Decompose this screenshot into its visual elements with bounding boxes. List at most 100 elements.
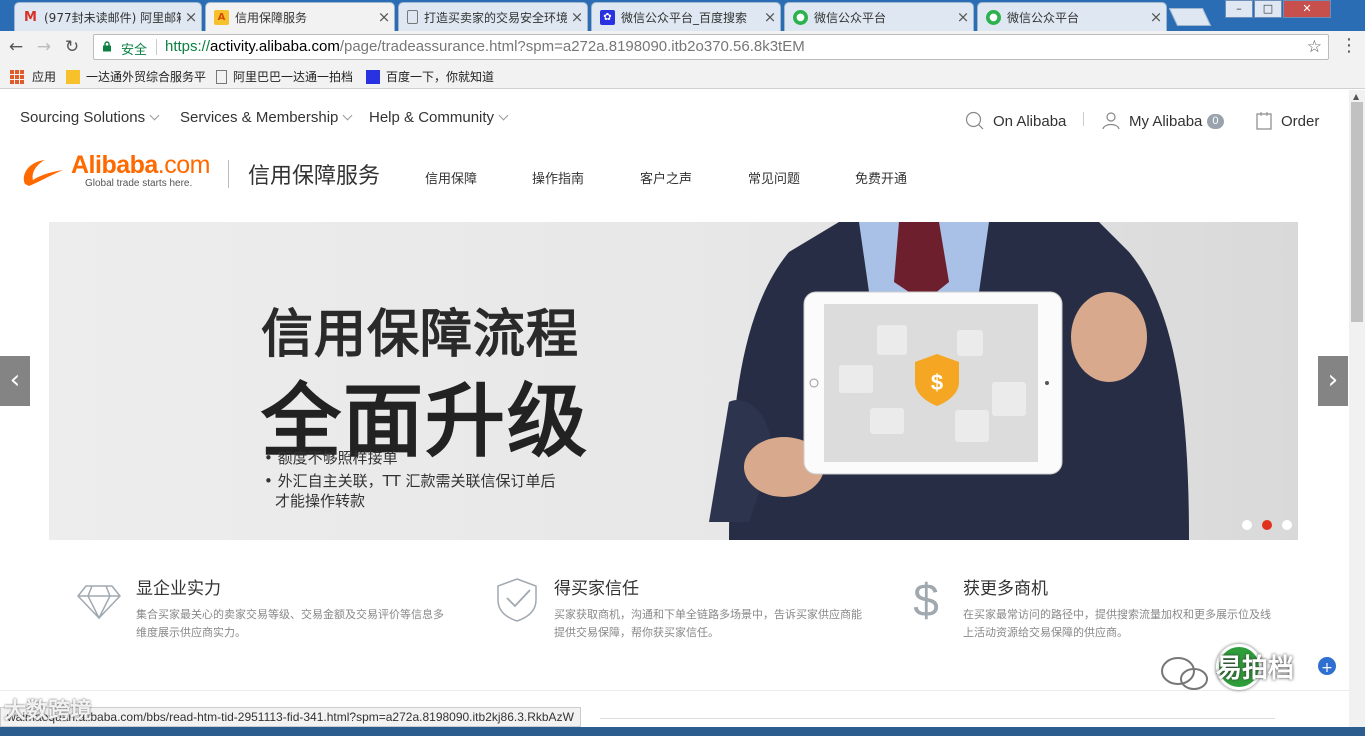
alibaba-logo[interactable]: Alibaba.com Global trade starts here. bbox=[19, 151, 211, 190]
carousel-prev-button[interactable]: ‹ bbox=[0, 356, 30, 406]
carousel-dot-1[interactable] bbox=[1242, 520, 1252, 530]
tab-mail[interactable]: M (977封未读邮件) 阿里邮箱 × bbox=[14, 2, 202, 31]
page-icon bbox=[407, 10, 418, 24]
windows-taskbar bbox=[0, 727, 1365, 736]
bookmark-apps[interactable]: 应用 bbox=[10, 68, 56, 85]
chevron-down-icon bbox=[342, 110, 353, 121]
divider bbox=[156, 39, 157, 55]
carousel-dot-2[interactable] bbox=[1262, 520, 1272, 530]
secure-label: 安全 bbox=[121, 43, 148, 58]
order-label: Order bbox=[1281, 112, 1320, 130]
nav-item-signup[interactable]: 免费开通 bbox=[855, 168, 907, 187]
watermark-right: 易拍档 + bbox=[1150, 640, 1345, 700]
banner-bullet: • 额度不够照样接单 bbox=[264, 449, 398, 467]
baidu-icon bbox=[366, 69, 380, 84]
browser-toolbar: ← → ↻ 安全 https://activity.alibaba.com/pa… bbox=[0, 31, 1365, 63]
close-icon[interactable]: × bbox=[1146, 8, 1166, 26]
user-icon bbox=[1102, 112, 1120, 130]
back-icon[interactable]: ← bbox=[6, 37, 26, 57]
url-path: /page/tradeassurance.html?spm=a272a.8198… bbox=[339, 38, 805, 55]
tab-wechat-2[interactable]: ● 微信公众平台 × bbox=[977, 2, 1167, 31]
chevron-down-icon bbox=[498, 110, 509, 121]
feature-title: 显企业实力 bbox=[136, 579, 221, 599]
wechat-logo-icon bbox=[1161, 657, 1208, 690]
menu-label: Sourcing Solutions bbox=[20, 109, 146, 126]
help-community-menu[interactable]: Help & Community bbox=[369, 109, 509, 126]
bookmark-label: 阿里巴巴一达通一拍档 bbox=[233, 70, 354, 84]
bookmark-alibaba-partner[interactable]: 阿里巴巴一达通一拍档 bbox=[216, 68, 354, 85]
bookmark-baidu[interactable]: 百度一下，你就知道 bbox=[366, 68, 494, 85]
carousel-dot-3[interactable] bbox=[1282, 520, 1292, 530]
divider bbox=[1083, 112, 1084, 126]
close-icon[interactable]: × bbox=[181, 8, 201, 26]
order-link[interactable]: Order bbox=[1255, 111, 1319, 131]
bullet-text: 外汇自主关联，TT 汇款需关联信保订单后 bbox=[277, 472, 556, 490]
baidu-icon: ✿ bbox=[600, 9, 615, 25]
bookmark-yidatong[interactable]: 一达通外贸综合服务平 bbox=[66, 68, 206, 85]
on-alibaba-link[interactable]: On Alibaba bbox=[965, 111, 1066, 131]
alibaba-smile-icon bbox=[23, 160, 64, 186]
banner-heading: 信用保障流程 bbox=[261, 305, 580, 365]
my-alibaba-label: My Alibaba bbox=[1129, 112, 1203, 130]
top-navigation: Sourcing Solutions Services & Membership… bbox=[0, 90, 1349, 140]
nav-item-guide[interactable]: 操作指南 bbox=[532, 168, 584, 187]
bookmark-star-icon[interactable]: ☆ bbox=[1307, 37, 1322, 57]
watermark-text: 易拍档 bbox=[1216, 654, 1295, 684]
scrollbar-thumb[interactable] bbox=[1351, 102, 1363, 322]
tab-title: 微信公众平台_百度搜索 bbox=[621, 10, 748, 25]
nav-item-faq[interactable]: 常见问题 bbox=[748, 168, 800, 187]
tab-wechat-1[interactable]: ● 微信公众平台 × bbox=[784, 2, 974, 31]
close-window-button[interactable]: ✕ bbox=[1283, 0, 1331, 18]
message-count-badge: 0 bbox=[1207, 113, 1224, 129]
close-icon[interactable]: × bbox=[374, 8, 394, 26]
order-icon bbox=[1256, 112, 1272, 130]
section-divider bbox=[0, 690, 1349, 691]
banner-bullet: • 外汇自主关联，TT 汇款需关联信保订单后 bbox=[264, 472, 556, 490]
url-scheme: https:// bbox=[165, 38, 211, 55]
services-membership-menu[interactable]: Services & Membership bbox=[180, 109, 353, 126]
tab-title: (977封未读邮件) 阿里邮箱 bbox=[44, 10, 181, 25]
my-alibaba-link[interactable]: My Alibaba 0 bbox=[1101, 111, 1224, 131]
page-scrollbar[interactable]: ▲ bbox=[1349, 90, 1365, 736]
tab-trade-assurance[interactable]: A 信用保障服务 × bbox=[205, 2, 395, 31]
search-icon bbox=[965, 111, 984, 130]
forward-icon[interactable]: → bbox=[34, 37, 54, 57]
hero-banner[interactable]: 信用保障流程 全面升级 • 额度不够照样接单 • 外汇自主关联，TT 汇款需关联… bbox=[49, 222, 1298, 540]
browser-tab-strip: M (977封未读邮件) 阿里邮箱 × A 信用保障服务 × 打造买卖家的交易安… bbox=[0, 0, 1365, 31]
feature-description: 集合买家最关心的卖家交易等级、交易金额及交易评价等信息多维度展示供应商实力。 bbox=[136, 608, 444, 639]
new-tab-button[interactable] bbox=[1168, 8, 1212, 26]
yidatong-icon bbox=[66, 69, 80, 84]
nav-item-testimonials[interactable]: 客户之声 bbox=[640, 168, 692, 187]
wechat-icon: ● bbox=[986, 9, 1001, 25]
diamond-icon bbox=[77, 585, 121, 620]
close-icon[interactable]: × bbox=[953, 8, 973, 26]
tab-title: 微信公众平台 bbox=[1007, 10, 1080, 25]
feature-description: 在买家最常访问的路径中，提供搜索流量加权和更多展示位及线上活动资源给交易保障的供… bbox=[963, 608, 1271, 639]
url-text[interactable]: https://activity.alibaba.com/page/tradea… bbox=[165, 38, 805, 55]
bookmark-label: 一达通外贸综合服务平 bbox=[85, 70, 206, 84]
bullet-text: 才能操作转款 bbox=[275, 492, 366, 510]
close-icon[interactable]: × bbox=[760, 8, 780, 26]
browser-menu-icon[interactable]: ⋮ bbox=[1340, 37, 1358, 55]
reload-icon[interactable]: ↻ bbox=[62, 37, 82, 57]
tab-baidu-search[interactable]: ✿ 微信公众平台_百度搜索 × bbox=[591, 2, 781, 31]
bookmark-label: 百度一下，你就知道 bbox=[386, 70, 495, 84]
page-icon bbox=[216, 69, 227, 84]
shield-check-icon bbox=[497, 578, 537, 622]
minimize-button[interactable]: – bbox=[1225, 0, 1253, 18]
brand-bar: Alibaba.com Global trade starts here. 信用… bbox=[0, 140, 1349, 222]
page-title: 信用保障服务 bbox=[248, 164, 381, 189]
businessman-with-tablet-illustration: $ bbox=[709, 222, 1189, 540]
sourcing-solutions-menu[interactable]: Sourcing Solutions bbox=[20, 109, 160, 126]
logo-main: Alibaba bbox=[71, 151, 158, 179]
gmail-icon: M bbox=[24, 9, 37, 25]
bookmarks-bar: 应用 一达通外贸综合服务平 阿里巴巴一达通一拍档 百度一下，你就知道 bbox=[0, 63, 1365, 89]
maximize-button[interactable]: □ bbox=[1254, 0, 1282, 18]
tab-title: 微信公众平台 bbox=[814, 10, 887, 25]
carousel-next-button[interactable]: › bbox=[1318, 356, 1348, 406]
address-bar[interactable]: 安全 https://activity.alibaba.com/page/tra… bbox=[93, 34, 1329, 60]
close-icon[interactable]: × bbox=[567, 8, 587, 26]
scroll-up-icon[interactable]: ▲ bbox=[1353, 92, 1359, 101]
nav-item-trade-assurance[interactable]: 信用保障 bbox=[425, 168, 477, 187]
tab-safe-env[interactable]: 打造买卖家的交易安全环境 × bbox=[398, 2, 588, 31]
